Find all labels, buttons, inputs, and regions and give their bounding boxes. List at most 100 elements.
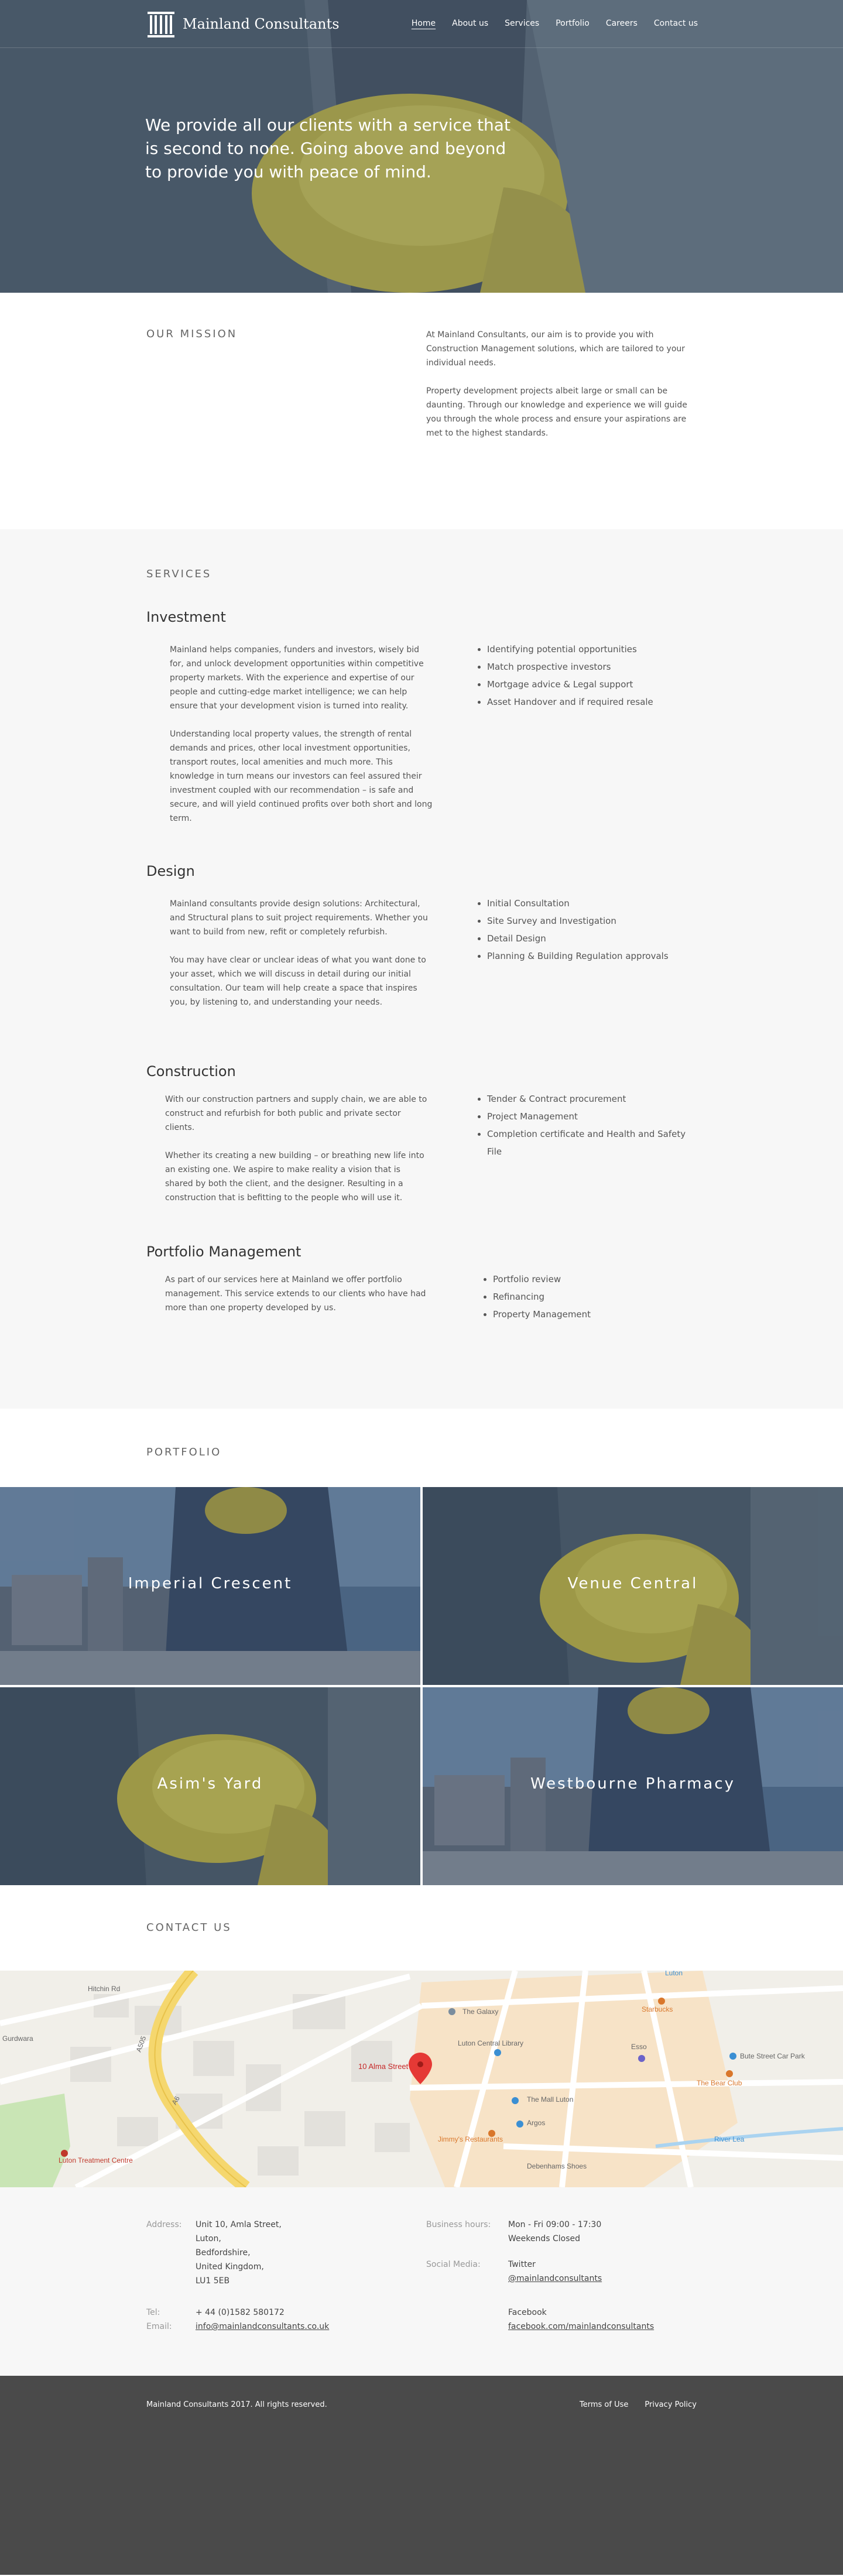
terms-link[interactable]: Terms of Use — [580, 2400, 628, 2409]
contact-info-left: Address: Unit 10, Amla Street, Luton, Be… — [146, 2218, 404, 2347]
list-item: Completion certificate and Health and Sa… — [487, 1125, 702, 1160]
building-columns-icon — [148, 12, 174, 37]
map-label: Debenhams Shoes — [527, 2162, 587, 2170]
portfolio-tile-imperial-crescent[interactable]: Imperial Crescent — [0, 1487, 420, 1685]
twitter-link[interactable]: @mainlandconsultants — [508, 2274, 602, 2283]
nav-home[interactable]: Home — [412, 19, 436, 28]
portfolio-tile-asims-yard[interactable]: Asim's Yard — [0, 1687, 420, 1885]
map-label: Hitchin Rd — [88, 1985, 120, 1993]
map-label: The Mall Luton — [527, 2095, 573, 2104]
facebook-link[interactable]: facebook.com/mainlandconsultants — [508, 2322, 654, 2331]
map-label: The Bear Club — [697, 2079, 742, 2087]
portfolio-tile-title: Asim's Yard — [157, 1775, 263, 1793]
map-label: Luton Treatment Centre — [59, 2156, 133, 2164]
list-item: Match prospective investors — [487, 658, 702, 676]
address-line: United Kingdom, — [196, 2262, 264, 2272]
address-line: LU1 5EB — [196, 2276, 230, 2286]
email-link[interactable]: info@mainlandconsultants.co.uk — [196, 2322, 329, 2331]
service-investment-title: Investment — [146, 609, 226, 625]
business-hours-label: Business hours: — [426, 2220, 491, 2229]
list-item: Initial Consultation — [487, 895, 702, 912]
service-investment-list: Identifying potential opportunities Matc… — [474, 640, 702, 711]
service-paragraph: Mainland consultants provide design solu… — [170, 899, 428, 937]
service-construction-description: With our construction partners and suppl… — [165, 1092, 431, 1205]
service-design-description: Mainland consultants provide design solu… — [170, 897, 436, 1009]
mission-section: OUR MISSION At Mainland Consultants, our… — [0, 293, 843, 529]
nav-contact[interactable]: Contact us — [654, 19, 698, 28]
map-label: Gurdwara — [2, 2034, 33, 2043]
telephone: + 44 (0)1582 580172 — [196, 2308, 285, 2317]
main-menu: Home About us Services Portfolio Careers… — [412, 19, 698, 28]
service-construction-title: Construction — [146, 1063, 236, 1080]
privacy-link[interactable]: Privacy Policy — [645, 2400, 697, 2409]
portfolio-section: PORTFOLIO Imperial Crescent Venue Centra… — [0, 1409, 843, 1885]
services-title: SERVICES — [146, 568, 212, 580]
service-portfolio-management-description: As part of our services here at Mainland… — [165, 1273, 431, 1315]
map-label: Bute Street Car Park — [740, 2052, 806, 2060]
map-label: The Galaxy — [462, 2008, 498, 2016]
address-line: Unit 10, Amla Street, — [196, 2220, 282, 2229]
service-investment-description: Mainland helps companies, funders and in… — [170, 643, 436, 825]
map-label: Luton Central Library — [458, 2039, 523, 2047]
service-portfolio-management-list: Portfolio review Refinancing Property Ma… — [480, 1270, 708, 1323]
mission-title: OUR MISSION — [146, 328, 238, 340]
list-item: Refinancing — [493, 1288, 708, 1306]
service-investment: Investment Mainland helps companies, fun… — [146, 609, 697, 823]
portfolio-grid: Imperial Crescent Venue Central Asim's Y… — [0, 1487, 843, 1885]
location-map[interactable]: Hitchin Rd A505 A6 Gurdwara The Galaxy L… — [0, 1971, 843, 2187]
nav-portfolio[interactable]: Portfolio — [556, 19, 590, 28]
list-item: Tender & Contract procurement — [487, 1090, 702, 1108]
email-label: Email: — [146, 2322, 172, 2331]
mission-paragraph-2: Property development projects albeit lar… — [426, 386, 687, 438]
mission-body: At Mainland Consultants, our aim is to p… — [426, 328, 697, 440]
social-media-label: Social Media: — [426, 2260, 481, 2269]
footer-links: Terms of Use Privacy Policy — [580, 2400, 697, 2409]
portfolio-tile-title: Venue Central — [567, 1575, 698, 1592]
portfolio-tile-venue-central[interactable]: Venue Central — [423, 1487, 843, 1685]
contact-header: CONTACT US — [0, 1885, 843, 1971]
service-construction-list: Tender & Contract procurement Project Ma… — [474, 1090, 702, 1160]
service-paragraph: Understanding local property values, the… — [170, 729, 433, 823]
portfolio-tile-title: Imperial Crescent — [128, 1575, 293, 1592]
footer: Mainland Consultants 2017. All rights re… — [0, 2376, 843, 2575]
map-canvas: Hitchin Rd A505 A6 Gurdwara The Galaxy L… — [0, 1971, 843, 2187]
list-item: Detail Design — [487, 930, 702, 947]
brand-name: Mainland Consultants — [183, 16, 340, 32]
portfolio-tile-title: Westbourne Pharmacy — [530, 1775, 736, 1793]
top-navigation: Mainland Consultants Home About us Servi… — [0, 0, 843, 48]
hours-line: Weekends Closed — [508, 2234, 580, 2243]
nav-services[interactable]: Services — [505, 19, 539, 28]
map-label: Starbucks — [642, 2005, 673, 2013]
twitter-label: Twitter — [508, 2260, 536, 2269]
copyright: Mainland Consultants 2017. All rights re… — [146, 2400, 327, 2409]
map-label: Luton — [665, 1971, 683, 1977]
hero-section: Mainland Consultants Home About us Servi… — [0, 0, 843, 293]
address: Unit 10, Amla Street, Luton, Bedfordshir… — [196, 2218, 282, 2288]
hours-line: Mon - Fri 09:00 - 17:30 — [508, 2220, 602, 2229]
logo[interactable]: Mainland Consultants — [145, 8, 340, 40]
list-item: Asset Handover and if required resale — [487, 693, 702, 711]
address-line: Bedfordshire, — [196, 2248, 251, 2258]
map-label: Esso — [631, 2043, 647, 2051]
service-paragraph: You may have clear or unclear ideas of w… — [170, 955, 426, 1007]
hero-headline: We provide all our clients with a servic… — [145, 115, 510, 181]
service-design: Design Mainland consultants provide desi… — [146, 863, 697, 1007]
map-marker-label: 10 Alma Street — [358, 2062, 409, 2071]
service-paragraph: As part of our services here at Mainland… — [165, 1275, 426, 1313]
address-line: Luton, — [196, 2234, 221, 2243]
tel-label: Tel: — [146, 2308, 160, 2317]
service-design-title: Design — [146, 863, 195, 879]
contact-title: CONTACT US — [146, 1921, 232, 1934]
map-label: River Lea — [714, 2135, 745, 2143]
contact-section: CONTACT US Hitchin Rd A505 A6 Gurdwara T… — [0, 1885, 843, 2376]
twitter: Twitter @mainlandconsultants — [508, 2258, 602, 2286]
nav-about[interactable]: About us — [452, 19, 488, 28]
contact-info-right: Business hours: Mon - Fri 09:00 - 17:30 … — [426, 2218, 697, 2347]
nav-careers[interactable]: Careers — [606, 19, 638, 28]
list-item: Property Management — [493, 1306, 708, 1323]
service-paragraph: Whether its creating a new building – or… — [165, 1151, 424, 1203]
portfolio-tile-westbourne-pharmacy[interactable]: Westbourne Pharmacy — [423, 1687, 843, 1885]
facebook-label: Facebook — [508, 2308, 547, 2317]
list-item: Site Survey and Investigation — [487, 912, 702, 930]
address-label: Address: — [146, 2220, 182, 2229]
